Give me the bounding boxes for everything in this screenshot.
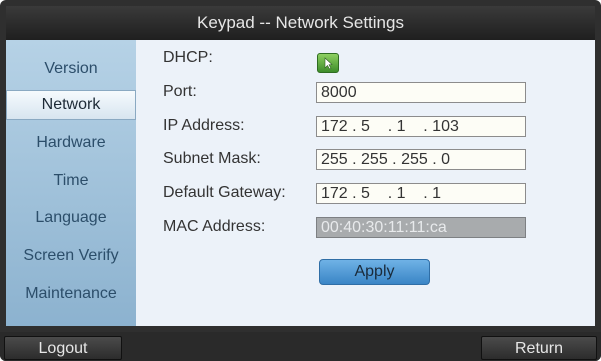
ip-address-label: IP Address: <box>163 117 245 134</box>
ip-address-input[interactable]: 172 . 5 . 1 . 103 <box>316 116 526 137</box>
sidebar-item-screen-verify[interactable]: Screen Verify <box>6 241 136 271</box>
default-gateway-input[interactable]: 172 . 5 . 1 . 1 <box>316 183 526 204</box>
port-label: Port: <box>163 83 197 100</box>
return-button[interactable]: Return <box>481 336 597 360</box>
port-input[interactable]: 8000 <box>316 82 526 103</box>
keypad-window: Keypad -- Network Settings Version Netwo… <box>0 0 601 361</box>
dhcp-label: DHCP: <box>163 49 213 66</box>
sidebar-item-network[interactable]: Network <box>6 90 136 120</box>
logout-button[interactable]: Logout <box>4 336 122 360</box>
subnet-mask-label: Subnet Mask: <box>163 150 261 167</box>
default-gateway-label: Default Gateway: <box>163 184 286 201</box>
cursor-arrow-icon <box>324 57 333 70</box>
subnet-mask-input[interactable]: 255 . 255 . 255 . 0 <box>316 149 526 170</box>
mac-address-field: 00:40:30:11:11:ca <box>316 217 526 238</box>
sidebar-item-hardware[interactable]: Hardware <box>6 128 136 158</box>
window-title: Keypad -- Network Settings <box>6 6 595 40</box>
sidebar-item-time[interactable]: Time <box>6 166 136 196</box>
dhcp-checkbox[interactable] <box>317 53 339 73</box>
apply-button[interactable]: Apply <box>319 259 430 285</box>
sidebar-item-maintenance[interactable]: Maintenance <box>6 279 136 309</box>
sidebar-item-language[interactable]: Language <box>6 203 136 233</box>
mac-address-label: MAC Address: <box>163 218 266 235</box>
sidebar-item-version[interactable]: Version <box>6 54 136 84</box>
sidebar: Version Network Hardware Time Language S… <box>6 40 136 326</box>
